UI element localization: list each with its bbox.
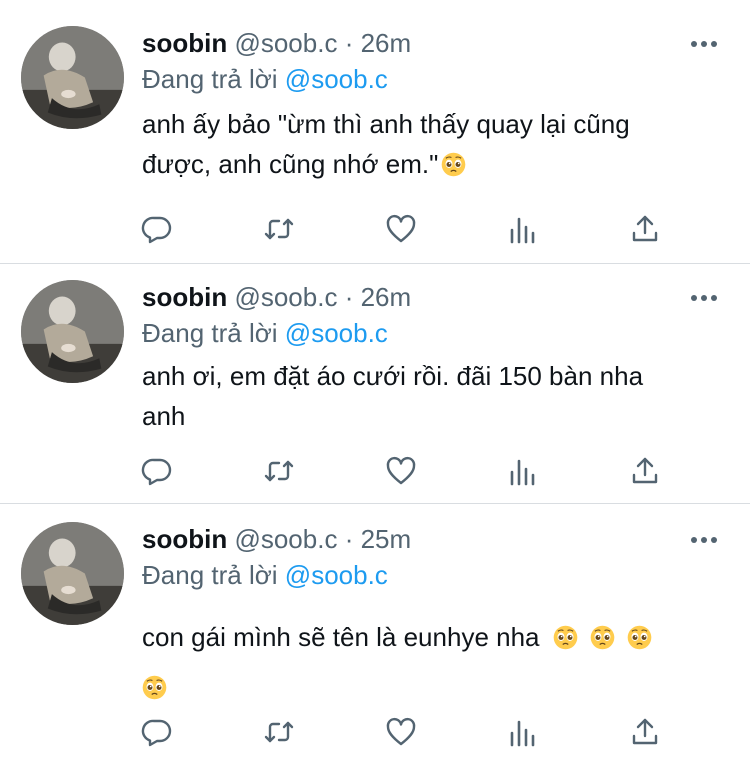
replying-to-label: Đang trả lời xyxy=(142,560,278,590)
pleading-face-emoji xyxy=(442,152,466,177)
pleading-face-emoji xyxy=(553,625,578,650)
tweet-text-line: con gái mình sẽ tên là eunhye nha xyxy=(142,622,540,652)
share-icon[interactable] xyxy=(629,213,661,245)
tweet-header: soobin @soob.c · 26m xyxy=(142,280,411,314)
retweet-icon[interactable] xyxy=(263,213,295,245)
tweet-header: soobin @soob.c · 26m xyxy=(142,26,411,60)
tweet-text-line: anh xyxy=(142,401,186,431)
replying-to: Đang trả lời @soob.c xyxy=(142,558,388,592)
views-icon[interactable] xyxy=(507,455,539,487)
tweet-feed: soobin @soob.c · 26m Đang trả lời @soob.… xyxy=(0,0,750,765)
avatar-image xyxy=(21,522,124,625)
tweet-text-line: anh ấy bảo "ừm thì anh thấy quay lại cũn… xyxy=(142,109,630,139)
separator: · xyxy=(344,282,354,312)
username[interactable]: @soob.c xyxy=(234,524,337,554)
reply-mention-link[interactable]: @soob.c xyxy=(285,64,388,94)
separator: · xyxy=(344,28,354,58)
tweet-text: anh ơi, em đặt áo cưới rồi. đãi 150 bàn … xyxy=(142,356,712,436)
tweet-actions xyxy=(141,213,661,245)
reply-icon[interactable] xyxy=(141,213,173,245)
timestamp[interactable]: 25m xyxy=(361,524,412,554)
avatar[interactable] xyxy=(21,280,124,383)
separator: · xyxy=(344,524,354,554)
more-dots-icon[interactable] xyxy=(688,288,720,308)
display-name[interactable]: soobin xyxy=(142,524,227,554)
views-icon[interactable] xyxy=(507,213,539,245)
reply-mention-link[interactable]: @soob.c xyxy=(285,318,388,348)
pleading-face-emoji xyxy=(590,625,615,650)
avatar-image xyxy=(21,280,124,383)
timestamp[interactable]: 26m xyxy=(361,28,412,58)
display-name[interactable]: soobin xyxy=(142,28,227,58)
avatar-image xyxy=(21,26,124,129)
tweet-actions xyxy=(141,716,661,748)
tweet-actions xyxy=(141,455,661,487)
tweet-text-line: anh ơi, em đặt áo cưới rồi. đãi 150 bàn … xyxy=(142,361,644,391)
pleading-face-emoji xyxy=(627,625,652,650)
tweet-text: anh ấy bảo "ừm thì anh thấy quay lại cũn… xyxy=(142,104,712,184)
avatar[interactable] xyxy=(21,26,124,129)
heart-icon[interactable] xyxy=(385,213,417,245)
heart-icon[interactable] xyxy=(385,455,417,487)
retweet-icon[interactable] xyxy=(263,455,295,487)
reply-icon[interactable] xyxy=(141,455,173,487)
heart-icon[interactable] xyxy=(385,716,417,748)
share-icon[interactable] xyxy=(629,455,661,487)
pleading-face-emoji xyxy=(142,675,167,700)
retweet-icon[interactable] xyxy=(263,716,295,748)
replying-to-label: Đang trả lời xyxy=(142,64,278,94)
replying-to: Đang trả lời @soob.c xyxy=(142,62,388,96)
more-dots-icon[interactable] xyxy=(688,34,720,54)
replying-to-label: Đang trả lời xyxy=(142,318,278,348)
tweet[interactable]: soobin @soob.c · 25m Đang trả lời @soob.… xyxy=(0,504,750,765)
tweet[interactable]: soobin @soob.c · 26m Đang trả lời @soob.… xyxy=(0,0,750,264)
share-icon[interactable] xyxy=(629,716,661,748)
timestamp[interactable]: 26m xyxy=(361,282,412,312)
tweet-text-line-with-emoji: con gái mình sẽ tên là eunhye nha xyxy=(142,612,712,662)
replying-to: Đang trả lời @soob.c xyxy=(142,316,388,350)
views-icon[interactable] xyxy=(507,716,539,748)
avatar[interactable] xyxy=(21,522,124,625)
username[interactable]: @soob.c xyxy=(234,282,337,312)
reply-mention-link[interactable]: @soob.c xyxy=(285,560,388,590)
username[interactable]: @soob.c xyxy=(234,28,337,58)
more-dots-icon[interactable] xyxy=(688,530,720,550)
tweet-header: soobin @soob.c · 25m xyxy=(142,522,411,556)
tweet-text: con gái mình sẽ tên là eunhye nha xyxy=(142,612,712,712)
tweet-text-line: được, anh cũng nhớ em." xyxy=(142,149,439,179)
reply-icon[interactable] xyxy=(141,716,173,748)
display-name[interactable]: soobin xyxy=(142,282,227,312)
emoji-line xyxy=(142,662,712,712)
tweet[interactable]: soobin @soob.c · 26m Đang trả lời @soob.… xyxy=(0,264,750,504)
tweet-text-line-with-emoji: được, anh cũng nhớ em." xyxy=(142,144,712,184)
